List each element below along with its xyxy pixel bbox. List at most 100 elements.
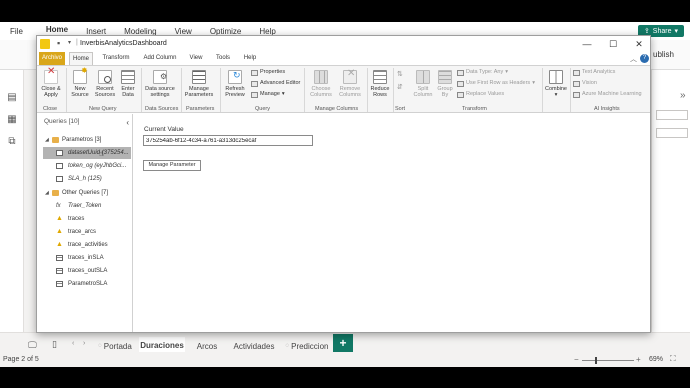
ribbon-collapse-icon[interactable]: ︿ [630, 54, 637, 64]
table-view-icon[interactable]: ▦ [6, 114, 18, 125]
split-column-label: Split Column [413, 86, 433, 98]
tab-help[interactable]: Help [241, 52, 259, 65]
publish-button[interactable]: ublish [653, 50, 674, 59]
recent-sources-button[interactable]: Recent Sources [93, 70, 117, 98]
report-view-icon[interactable]: ▤ [6, 92, 18, 103]
first-row-headers-icon [457, 80, 464, 87]
zoom-out-icon[interactable]: − [574, 355, 579, 364]
data-source-settings-button[interactable]: ⚙ Data source settings [143, 70, 177, 98]
query-item-traces[interactable]: ▲ traces [43, 213, 131, 225]
zoom-slider-thumb[interactable] [595, 357, 597, 364]
query-item-trace-arcs[interactable]: ▲ trace_arcs [43, 226, 131, 238]
recent-sources-label: Recent Sources [94, 86, 116, 98]
share-icon: ⇪ [643, 28, 650, 35]
sort-descending-icon[interactable]: ⇵ [397, 83, 403, 91]
status-bar: Page 2 of 5 − + 69% ⛶ [0, 352, 690, 367]
save-icon[interactable]: ▪ [57, 38, 60, 48]
zoom-level: 69% [649, 356, 664, 363]
zoom-in-icon[interactable]: + [636, 355, 641, 364]
query-item-datasetuuid[interactable]: datasetUuid (375254... ☝ [43, 147, 131, 159]
minimize-icon[interactable]: — [577, 38, 597, 50]
manage-parameters-icon [192, 70, 206, 84]
zoom-slider[interactable] [582, 357, 634, 364]
replace-values-button[interactable]: Replace Values [457, 91, 504, 98]
properties-button[interactable]: Properties [251, 69, 285, 76]
query-item-traces-insla[interactable]: traces_inSLA [43, 252, 131, 264]
text-analytics-button[interactable]: Text Analytics [573, 69, 615, 76]
scroll-first-icon[interactable]: ‹ [72, 340, 74, 347]
parameter-icon [56, 150, 63, 156]
chevron-down-icon: ▾ [505, 69, 508, 75]
query-group-other[interactable]: ◢ Other Queries [7] [43, 187, 131, 199]
current-value-input[interactable] [143, 135, 313, 146]
group-sort-label: Sort [395, 106, 406, 112]
split-column-button[interactable]: Split Column [411, 70, 435, 98]
pane-search-box[interactable] [656, 110, 688, 120]
tab-archivo[interactable]: Archivo [39, 52, 65, 65]
query-label: ParametroSLA [68, 281, 108, 287]
sort-ascending-icon[interactable]: ⇅ [397, 70, 403, 78]
group-by-button[interactable]: Group By [436, 70, 454, 98]
manage-dropdown[interactable]: Manage ▾ [251, 91, 285, 98]
azure-ml-label: Azure Machine Learning [582, 91, 642, 97]
table-icon [56, 255, 63, 261]
first-row-headers-dropdown[interactable]: Use First Row as Headers ▾ [457, 80, 535, 87]
tab-view[interactable]: View [187, 52, 205, 65]
group-ai-insights-label: AI Insights [594, 106, 620, 112]
azure-ml-icon [573, 91, 580, 98]
close-apply-button[interactable]: ✕ Close & Apply [39, 67, 63, 99]
help-icon[interactable]: ? [640, 54, 649, 63]
query-item-traces-outsla[interactable]: traces_outSLA [43, 265, 131, 277]
manage-parameters-button[interactable]: Manage Parameters [183, 70, 215, 98]
warning-icon: ▲ [56, 215, 63, 222]
manage-parameter-button[interactable]: Manage Parameter [143, 160, 201, 171]
vision-button[interactable]: Vision [573, 80, 597, 87]
query-item-trace-activities[interactable]: ▲ trace_activities [43, 239, 131, 251]
tab-transform[interactable]: Transform [100, 52, 132, 65]
tab-add-column[interactable]: Add Column [140, 52, 180, 65]
scroll-last-icon[interactable]: › [83, 340, 85, 347]
expand-pane-icon[interactable]: » [680, 90, 686, 101]
combine-button[interactable]: Combine ▾ [544, 70, 568, 98]
refresh-preview-icon: ↻ [228, 70, 242, 84]
query-item-parametrosla[interactable]: ParametroSLA [43, 278, 131, 290]
azure-ml-button[interactable]: Azure Machine Learning [573, 91, 642, 98]
group-parameters-label: Parameters [186, 106, 215, 112]
query-group-parametros[interactable]: ◢ Parametros [3] [43, 134, 131, 146]
group-transform-label: Transform [462, 106, 487, 112]
choose-columns-button[interactable]: Choose Columns [307, 70, 335, 98]
collapse-pane-icon[interactable]: ‹ [126, 118, 129, 127]
model-view-icon[interactable]: ⧉ [6, 136, 18, 147]
reduce-rows-button[interactable]: Reduce Rows [369, 70, 391, 98]
fit-to-page-icon[interactable]: ⛶ [670, 354, 676, 364]
expand-triangle-icon[interactable]: ◢ [45, 134, 49, 146]
expand-triangle-icon[interactable]: ◢ [45, 187, 49, 199]
enter-data-button[interactable]: Enter Data [119, 70, 137, 98]
mobile-layout-icon[interactable]: ▯ [52, 339, 57, 350]
pqe-title-bar: ▪ ▾ | InverbisAnalyticsDashboard — ☐ ✕ [37, 36, 650, 52]
tab-tools[interactable]: Tools [213, 52, 233, 65]
refresh-preview-button[interactable]: ↻ Refresh Preview [222, 70, 248, 98]
tab-label: Prediccion [291, 341, 329, 351]
query-item-sla-h[interactable]: SLA_h (125) [43, 173, 131, 185]
hidden-page-icon: ◌ [98, 343, 102, 349]
add-page-button[interactable]: + [333, 334, 353, 352]
new-source-button[interactable]: ✸ New Source [68, 67, 92, 99]
pane-search-box-2[interactable] [656, 128, 688, 138]
data-type-dropdown[interactable]: Data Type: Any ▾ [457, 69, 508, 76]
advanced-editor-button[interactable]: Advanced Editor [251, 80, 300, 87]
desktop-layout-icon[interactable]: 🖵 [28, 340, 37, 351]
group-divider [367, 68, 368, 112]
close-icon[interactable]: ✕ [629, 38, 649, 50]
query-item-traer-token[interactable]: fx Traer_Token [43, 200, 131, 212]
group-divider [304, 68, 305, 112]
query-item-token-og[interactable]: token_og (eyJhbGci... [43, 160, 131, 172]
remove-columns-button[interactable]: ✕ Remove Columns [336, 69, 364, 99]
table-icon [56, 268, 63, 274]
power-query-editor-window: ▪ ▾ | InverbisAnalyticsDashboard — ☐ ✕ A… [36, 35, 651, 333]
maximize-icon[interactable]: ☐ [603, 38, 623, 50]
tab-home[interactable]: Home [69, 52, 93, 65]
menu-file[interactable]: File [0, 27, 37, 36]
hidden-page-icon: ◌ [285, 343, 290, 349]
quick-access-chevron-icon[interactable]: ▾ [68, 39, 71, 46]
